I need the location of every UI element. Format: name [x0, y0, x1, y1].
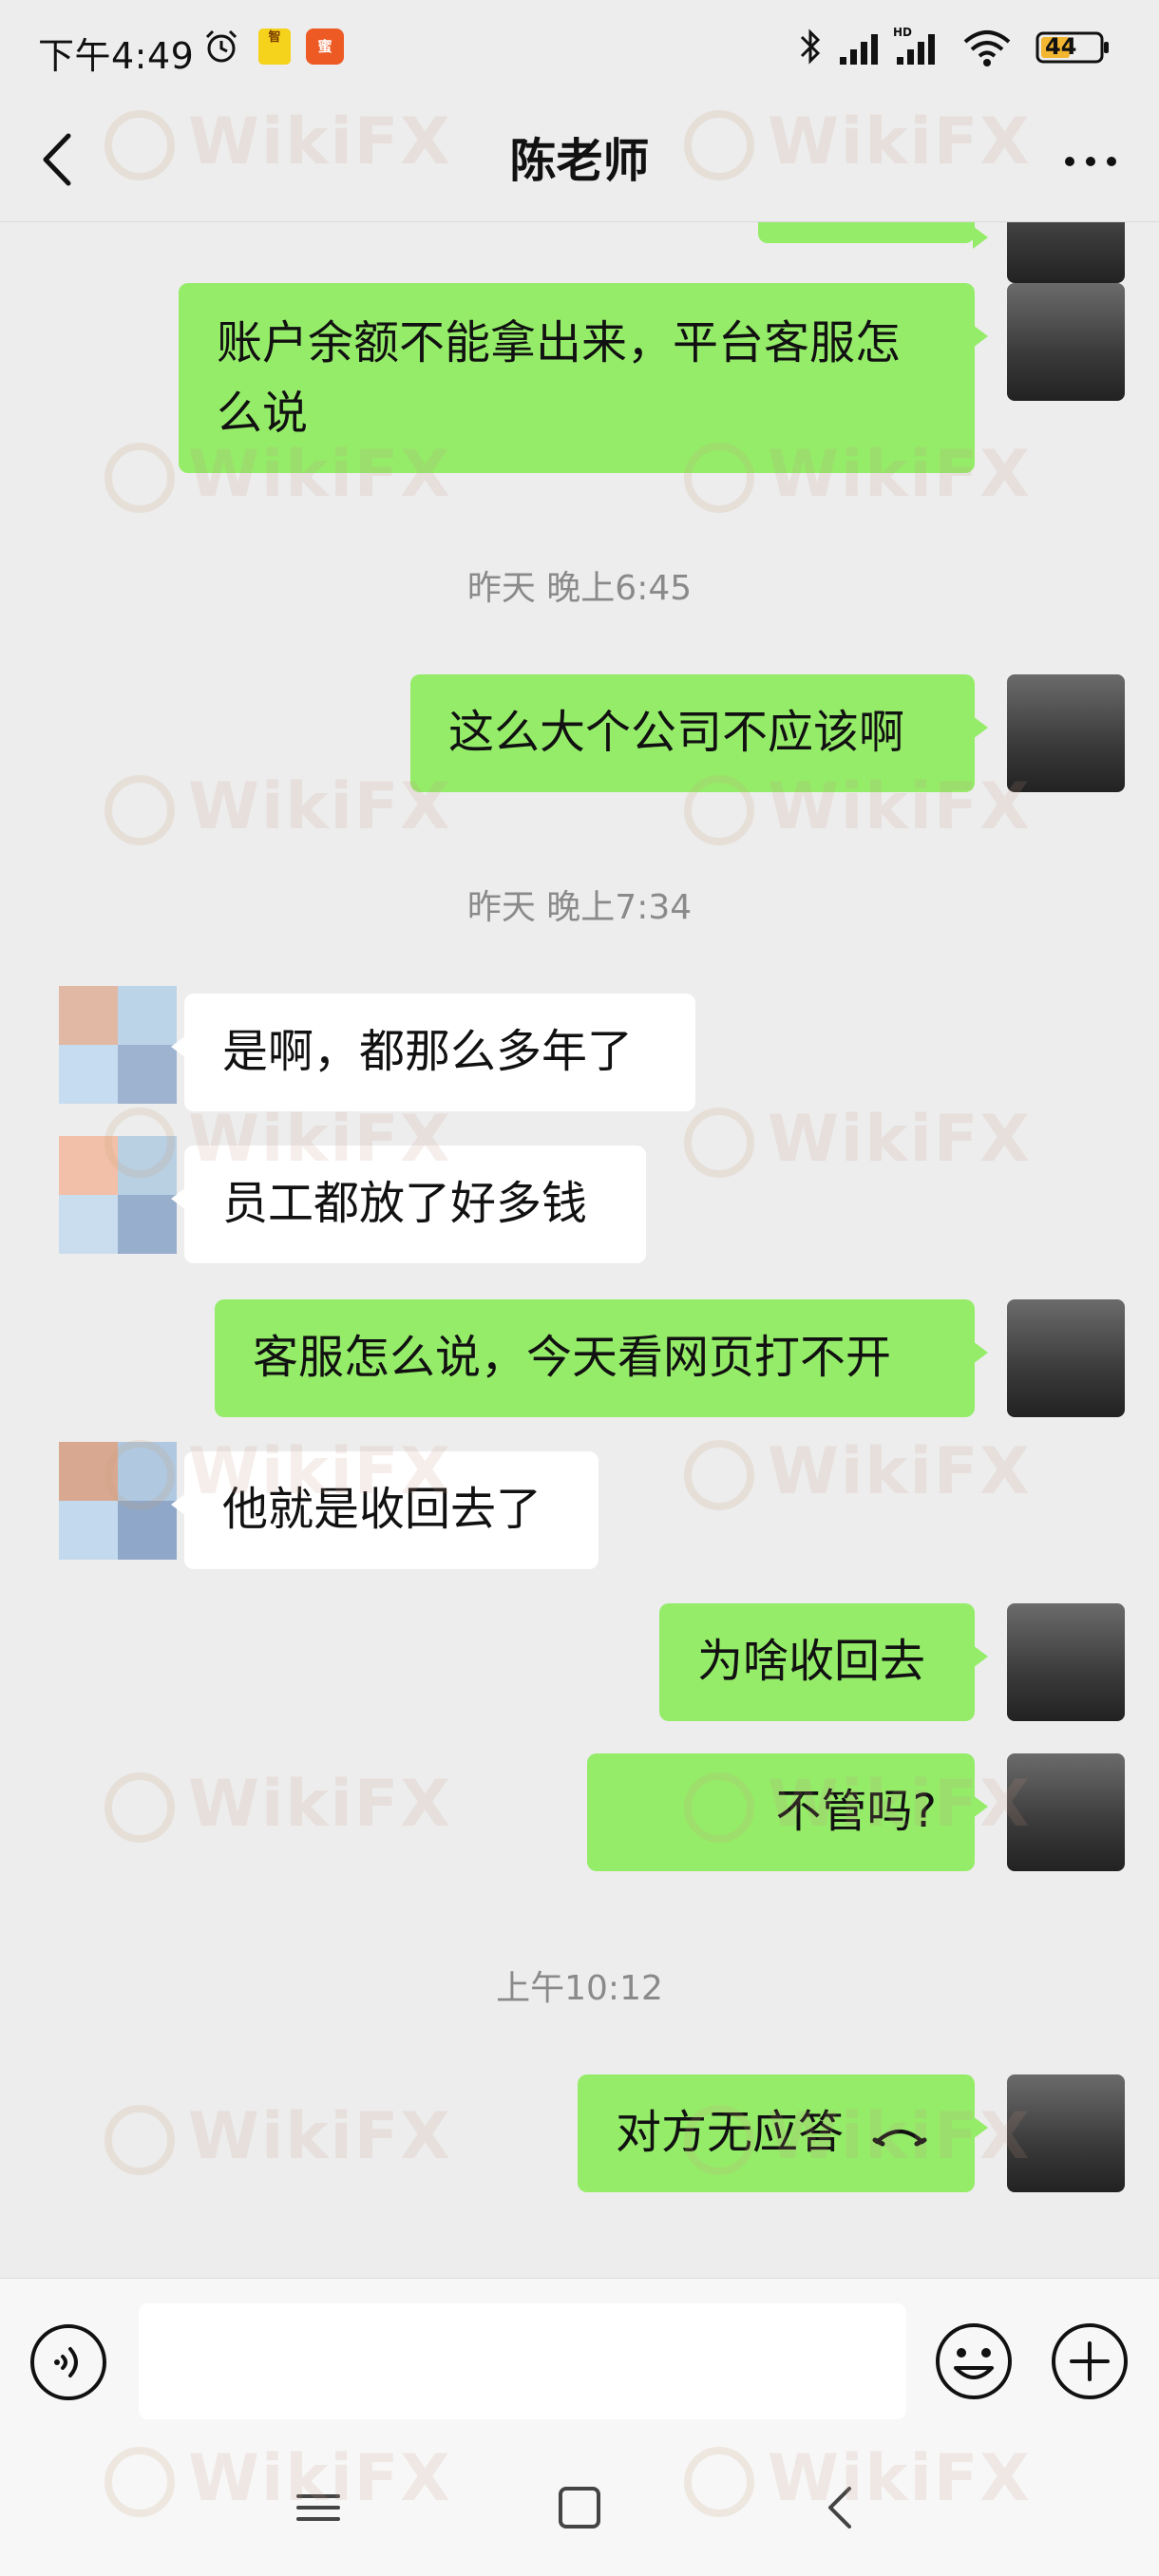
message-bubble[interactable]: 他就是收回去了 [171, 1451, 598, 1569]
my-avatar[interactable] [1007, 674, 1125, 792]
status-bar: 下午4:49 智 蜜 HD 44 [0, 0, 1159, 95]
message-input[interactable] [139, 2303, 906, 2419]
call-record-bubble[interactable]: 对方无应答 [578, 2074, 988, 2192]
my-avatar[interactable] [1007, 2074, 1125, 2192]
contact-avatar[interactable] [59, 1442, 177, 1560]
signal-hd-icon: HD [893, 26, 935, 65]
hangup-icon [872, 2130, 927, 2147]
message-bubble[interactable]: 为啥收回去 [659, 1603, 988, 1721]
chat-header: 陈老师 [0, 95, 1159, 222]
system-navigation-bar [0, 2439, 1159, 2576]
message-timestamp: 昨天 晚上6:45 [466, 569, 693, 608]
message-timestamp: 昨天 晚上7:34 [466, 888, 693, 927]
message-bubble[interactable]: 不管吗? [587, 1753, 988, 1871]
battery-level: 44 [1045, 33, 1077, 60]
back-icon[interactable] [808, 2477, 874, 2538]
message-text: 他就是收回去了 [222, 1483, 542, 1536]
message-text: 么说 [217, 387, 309, 440]
message-text: 不管吗? [775, 1785, 937, 1838]
contact-avatar[interactable] [59, 986, 177, 1104]
alarm-clock-icon [205, 29, 238, 63]
message-text: 这么大个公司不应该啊 [448, 706, 905, 759]
message-text: 是啊，都那么多年了 [222, 1025, 634, 1078]
chat-message-list[interactable]: 账户余额不能拿出来，平台客服怎 么说 昨天 晚上6:45 这么大个公司不应该啊 … [0, 222, 1159, 2278]
message-text: 对方无应答 [616, 2106, 845, 2159]
message-input-bar [0, 2278, 1159, 2439]
message-text: 账户余额不能拿出来，平台客服怎 [217, 316, 902, 369]
wifi-icon [963, 30, 1011, 66]
message-bubble[interactable]: 账户余额不能拿出来，平台客服怎 么说 [179, 283, 988, 473]
my-avatar[interactable] [1007, 222, 1125, 283]
message-text: 为啥收回去 [697, 1635, 926, 1688]
svg-text:HD: HD [893, 26, 912, 39]
message-bubble-partial[interactable] [758, 222, 988, 249]
app-notification-icon-2: 蜜 [306, 28, 344, 65]
my-avatar[interactable] [1007, 1753, 1125, 1871]
home-icon[interactable] [546, 2477, 613, 2538]
message-bubble[interactable]: 员工都放了好多钱 [171, 1146, 646, 1263]
menu-icon[interactable] [285, 2477, 352, 2538]
emoji-icon[interactable] [933, 2320, 1015, 2402]
message-bubble[interactable]: 是啊，都那么多年了 [171, 994, 695, 1111]
chat-title: 陈老师 [509, 134, 650, 188]
message-text: 员工都放了好多钱 [222, 1177, 588, 1230]
my-avatar[interactable] [1007, 283, 1125, 401]
message-bubble[interactable]: 这么大个公司不应该啊 [410, 674, 988, 792]
voice-input-icon[interactable] [28, 2322, 108, 2402]
message-bubble[interactable]: 客服怎么说，今天看网页打不开 [215, 1299, 988, 1417]
message-timestamp: 上午10:12 [496, 1969, 663, 2008]
app-notification-icon: 智 [258, 28, 291, 65]
signal-icon [840, 34, 878, 65]
message-text: 客服怎么说，今天看网页打不开 [253, 1331, 892, 1384]
more-options-icon[interactable] [1060, 133, 1121, 190]
bluetooth-icon [800, 28, 821, 65]
contact-avatar[interactable] [59, 1136, 177, 1254]
status-indicators: HD 44 [798, 25, 1121, 68]
status-time: 下午4:49 [38, 35, 195, 77]
my-avatar[interactable] [1007, 1603, 1125, 1721]
my-avatar[interactable] [1007, 1299, 1125, 1417]
add-attachment-icon[interactable] [1049, 2320, 1130, 2402]
